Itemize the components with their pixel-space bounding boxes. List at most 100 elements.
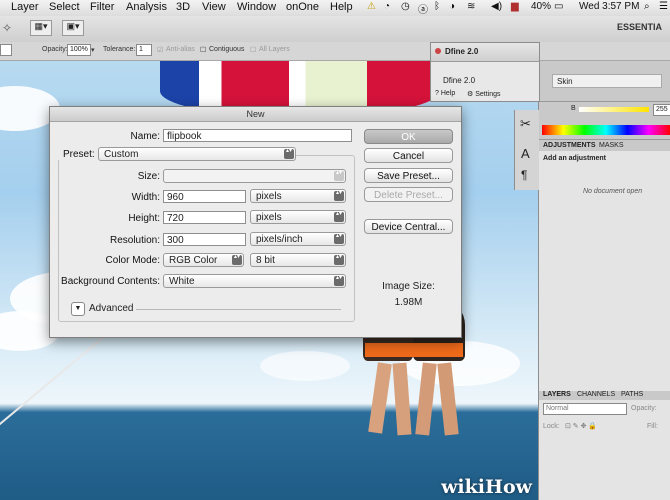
add-adjustment-label: Add an adjustment bbox=[543, 155, 607, 162]
tools-icon[interactable]: ✂ bbox=[520, 116, 531, 132]
application-bar: ✧ ▦▾ ▣▾ ESSENTIA bbox=[0, 16, 670, 43]
paragraph-icon[interactable]: ¶ bbox=[521, 168, 527, 182]
wand-icon[interactable]: ✧ bbox=[2, 21, 12, 35]
menu-3d[interactable]: 3D bbox=[176, 1, 190, 13]
tab-channels[interactable]: CHANNELS bbox=[577, 391, 615, 398]
chevron-updown-icon: ▴▾ bbox=[284, 148, 294, 159]
dfine-skin-column: Skin bbox=[552, 74, 662, 88]
chevron-updown-icon: ▴▾ bbox=[334, 190, 344, 201]
background-contents-select[interactable]: White ▴▾ bbox=[163, 274, 346, 288]
device-central-button[interactable]: Device Central... bbox=[364, 219, 453, 234]
warning-icon[interactable]: ⚠ bbox=[367, 1, 376, 12]
color-mode-label: Color Mode: bbox=[105, 255, 160, 266]
character-icon[interactable]: A bbox=[521, 146, 530, 161]
tolerance-label: Tolerance: bbox=[103, 46, 136, 53]
bit-depth-select[interactable]: 8 bit ▴▾ bbox=[250, 253, 346, 267]
tab-paths[interactable]: PATHS bbox=[621, 391, 643, 398]
size-select[interactable]: ▴▾ bbox=[163, 169, 346, 183]
preset-select[interactable]: Custom ▴▾ bbox=[98, 147, 296, 161]
cancel-button[interactable]: Cancel bbox=[364, 148, 453, 163]
tab-layers[interactable]: LAYERS bbox=[543, 391, 571, 398]
advanced-divider bbox=[136, 309, 341, 310]
notifications-icon[interactable]: ☰ bbox=[659, 1, 668, 12]
ok-button[interactable]: OK bbox=[364, 129, 453, 144]
menu-bar: Layer Select Filter Analysis 3D View Win… bbox=[0, 0, 670, 17]
menu-filter[interactable]: Filter bbox=[90, 1, 114, 13]
menu-view[interactable]: View bbox=[202, 1, 226, 13]
opacity-menu-icon[interactable]: ▾ bbox=[91, 46, 95, 54]
menu-analysis[interactable]: Analysis bbox=[126, 1, 167, 13]
anti-alias-label: Anti-alias bbox=[166, 46, 195, 53]
menu-onone[interactable]: onOne bbox=[286, 1, 319, 13]
advanced-label[interactable]: Advanced bbox=[89, 303, 133, 314]
no-document-label: No document open bbox=[583, 188, 643, 195]
left-field[interactable] bbox=[0, 44, 12, 56]
new-document-dialog: New Name: flipbook Preset: Custom ▴▾ Size… bbox=[49, 106, 462, 338]
chevron-updown-icon: ▴▾ bbox=[334, 254, 344, 265]
cloud bbox=[260, 351, 350, 381]
resolution-unit-select[interactable]: pixels/inch ▴▾ bbox=[250, 232, 346, 246]
clock-text[interactable]: Wed 3:57 PM bbox=[579, 1, 639, 12]
wifi-icon[interactable]: ≋ bbox=[467, 1, 475, 12]
workspace-label[interactable]: ESSENTIA bbox=[617, 22, 662, 32]
search-icon[interactable]: ⌕ bbox=[644, 1, 650, 12]
b-slider[interactable] bbox=[579, 107, 649, 112]
battery-icon: ▭ bbox=[554, 1, 564, 12]
anti-alias-checkbox[interactable]: ☑ bbox=[157, 46, 163, 54]
harness bbox=[365, 343, 463, 357]
accessibility-icon[interactable]: ⓐ bbox=[418, 1, 428, 16]
options-bar: Opacity: 100% ▾ Tolerance: 1 ☑ Anti-alia… bbox=[0, 42, 670, 61]
chevron-updown-icon: ▴▾ bbox=[334, 275, 344, 286]
wikihow-watermark: wikiHow bbox=[441, 476, 532, 498]
height-label: Height: bbox=[128, 213, 160, 224]
tolerance-input[interactable]: 1 bbox=[136, 44, 152, 56]
width-unit-select[interactable]: pixels ▴▾ bbox=[250, 189, 346, 203]
time-machine-icon[interactable]: ◑ bbox=[449, 1, 455, 12]
adjustments-panel bbox=[539, 151, 670, 391]
close-icon[interactable] bbox=[435, 48, 441, 54]
color-mode-select[interactable]: RGB Color ▴▾ bbox=[163, 253, 244, 267]
view-layout-icon[interactable]: ▦▾ bbox=[30, 20, 52, 36]
lock-icons[interactable]: ⊡ ✎ ✥ 🔒 bbox=[565, 422, 597, 430]
save-preset-button[interactable]: Save Preset... bbox=[364, 168, 453, 183]
dfine-panel: Dfine 2.0 Dfine 2.0 ? Help ⚙ Settings bbox=[430, 42, 540, 102]
b-value-input[interactable]: 255 bbox=[653, 104, 670, 116]
clock-icon[interactable]: ◷ bbox=[401, 1, 410, 12]
height-input[interactable]: 720 bbox=[163, 211, 246, 224]
menu-select[interactable]: Select bbox=[49, 1, 80, 13]
sync-icon[interactable]: ◔ bbox=[384, 1, 390, 12]
chevron-updown-icon: ▴▾ bbox=[334, 211, 344, 222]
screen-mode-icon[interactable]: ▣▾ bbox=[62, 20, 84, 36]
height-unit-select[interactable]: pixels ▴▾ bbox=[250, 210, 346, 224]
color-ramp[interactable] bbox=[542, 125, 670, 135]
battery-percent[interactable]: 40% bbox=[531, 1, 551, 12]
menu-window[interactable]: Window bbox=[237, 1, 276, 13]
chevron-updown-icon: ▴▾ bbox=[232, 254, 242, 265]
resolution-input[interactable]: 300 bbox=[163, 233, 246, 246]
settings-button[interactable]: ⚙ Settings bbox=[467, 90, 501, 98]
all-layers-label: All Layers bbox=[259, 46, 290, 53]
volume-icon[interactable]: ◀) bbox=[491, 1, 502, 12]
contiguous-checkbox[interactable]: ☐ bbox=[200, 46, 206, 54]
width-input[interactable]: 960 bbox=[163, 190, 246, 203]
layer-opacity-label: Opacity: bbox=[631, 405, 657, 412]
menu-help[interactable]: Help bbox=[330, 1, 353, 13]
right-panel-dock: B 255 ADJUSTMENTS MASKS Add an adjustmen… bbox=[538, 61, 670, 500]
tab-adjustments[interactable]: ADJUSTMENTS bbox=[543, 142, 596, 149]
bluetooth-icon[interactable]: ᛒ bbox=[434, 1, 440, 12]
all-layers-checkbox[interactable]: ☐ bbox=[250, 46, 256, 54]
tab-masks[interactable]: MASKS bbox=[599, 142, 624, 149]
opacity-input[interactable]: 100% bbox=[67, 44, 91, 56]
dfine-field: Dfine 2.0 bbox=[443, 76, 476, 85]
name-input[interactable]: flipbook bbox=[163, 129, 352, 142]
menu-layer[interactable]: Layer bbox=[11, 1, 39, 13]
delete-preset-button[interactable]: Delete Preset... bbox=[364, 187, 453, 202]
flag-icon[interactable]: ▆ bbox=[511, 1, 519, 12]
name-label: Name: bbox=[130, 131, 160, 142]
blend-mode-select[interactable]: Normal bbox=[543, 403, 627, 415]
advanced-disclosure-icon[interactable]: ▼ bbox=[71, 302, 85, 316]
help-button[interactable]: ? Help bbox=[435, 90, 455, 97]
chevron-updown-icon: ▴▾ bbox=[334, 233, 344, 244]
dialog-title: New bbox=[50, 107, 461, 122]
lock-label: Lock: bbox=[543, 423, 560, 430]
